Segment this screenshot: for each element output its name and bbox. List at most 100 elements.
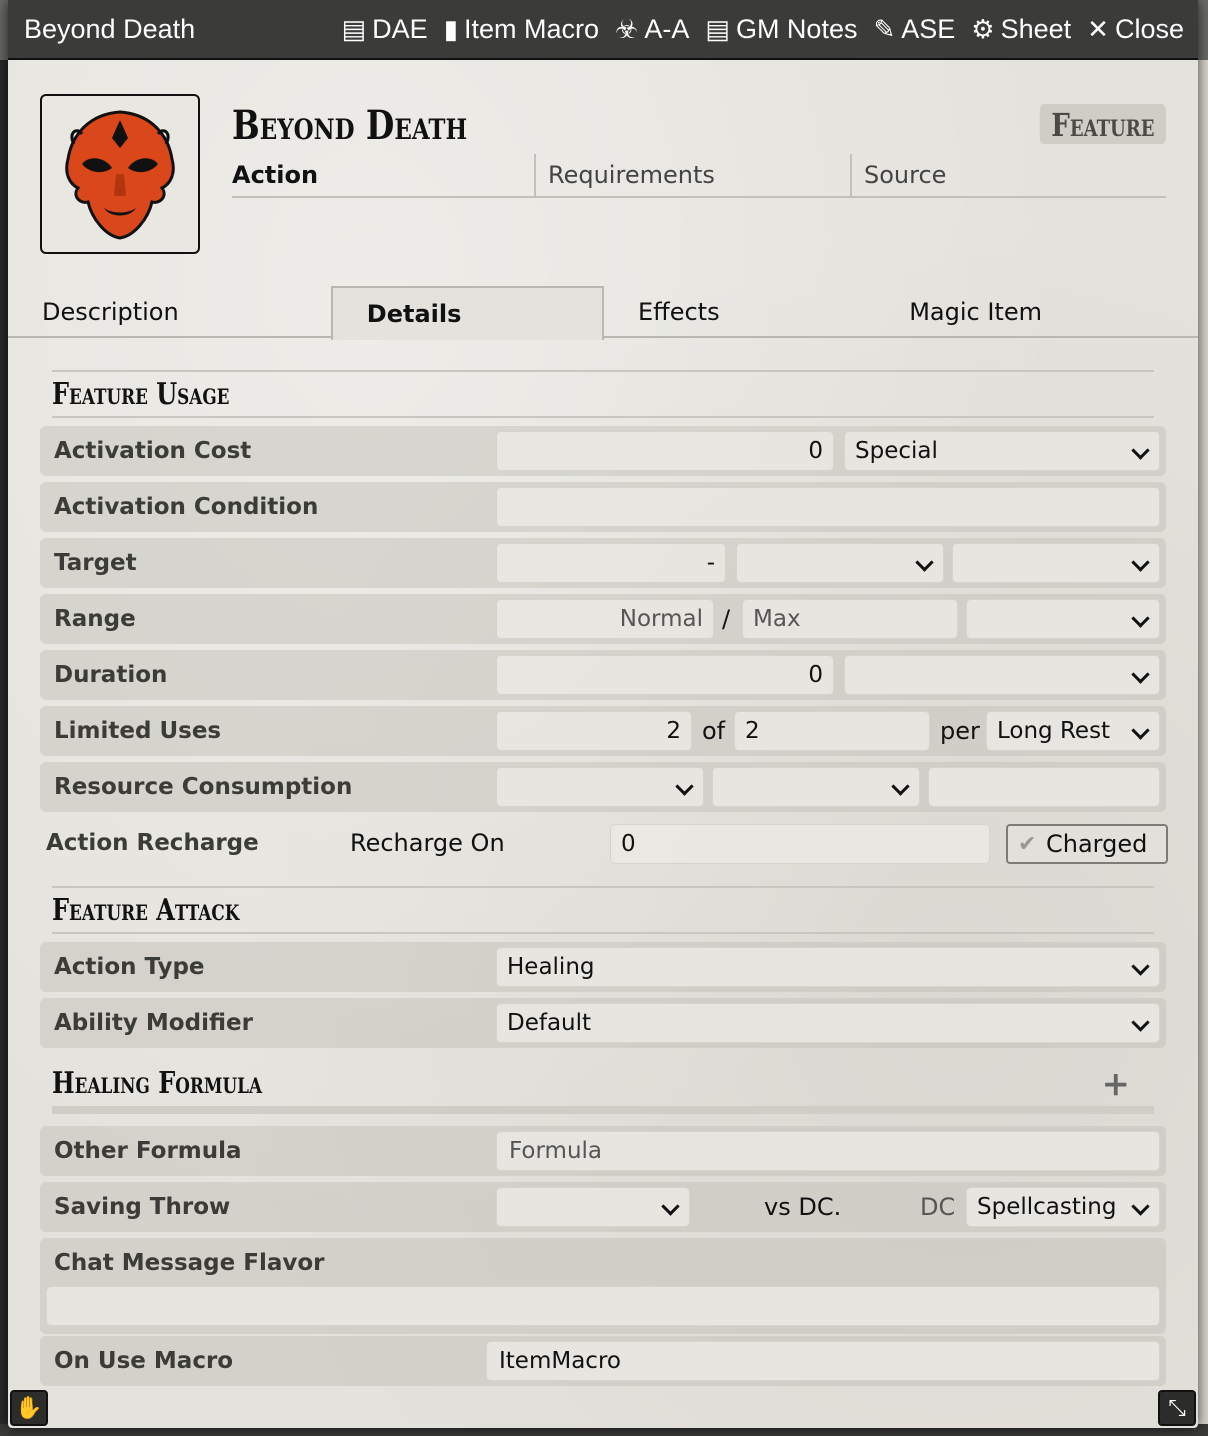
- action-type-label: Action Type: [54, 954, 205, 980]
- on-use-macro-label: On Use Macro: [54, 1348, 234, 1374]
- feature-usage-header: Feature Usage: [52, 370, 1154, 418]
- ability-modifier-label: Ability Modifier: [54, 1010, 253, 1036]
- clipboard-icon: ▤: [341, 13, 367, 44]
- target-row: Target -: [40, 538, 1166, 588]
- recharge-on-label: Recharge On: [350, 829, 505, 857]
- sd-card-icon: ▮: [443, 13, 458, 44]
- tab-magic-item[interactable]: Magic Item: [875, 286, 1198, 338]
- item-sheet-window: Beyond Death ▤ DAE ▮ Item Macro ☣ A-A ▤ …: [8, 0, 1198, 1428]
- item-header: Beyond Death Feature Action Requirements…: [40, 94, 1166, 254]
- activation-condition-label: Activation Condition: [54, 494, 319, 520]
- activation-condition-row: Activation Condition: [40, 482, 1166, 532]
- close-button[interactable]: ✕ Close: [1087, 14, 1184, 45]
- close-label: Close: [1114, 13, 1184, 44]
- uses-max-input[interactable]: 2: [734, 711, 930, 751]
- target-units-select[interactable]: [736, 543, 944, 583]
- duration-label: Duration: [54, 662, 168, 688]
- item-macro-label: Item Macro: [464, 13, 600, 44]
- aa-label: A-A: [644, 13, 690, 44]
- item-name[interactable]: Beyond Death: [232, 102, 467, 149]
- range-label: Range: [54, 606, 136, 632]
- sheet-label: Sheet: [1000, 13, 1072, 44]
- summary-requirements[interactable]: Requirements: [534, 154, 850, 196]
- action-type-select[interactable]: Healing: [496, 947, 1160, 987]
- activation-cost-label: Activation Cost: [54, 438, 252, 464]
- uses-of-text: of: [702, 717, 726, 745]
- other-formula-row: Other Formula Formula: [40, 1126, 1166, 1176]
- resource-consumption-row: Resource Consumption: [40, 762, 1166, 812]
- dae-button[interactable]: ▤ DAE: [342, 14, 428, 45]
- uses-period-select[interactable]: Long Rest: [986, 711, 1160, 751]
- on-use-macro-row: On Use Macro ItemMacro: [40, 1336, 1166, 1386]
- resize-handle-icon[interactable]: ⤡: [1158, 1390, 1196, 1426]
- target-label: Target: [54, 550, 137, 576]
- action-recharge-label: Action Recharge: [46, 830, 259, 856]
- uses-per-text: per: [940, 717, 980, 745]
- recharge-value-input[interactable]: 0: [610, 824, 990, 864]
- ability-modifier-select[interactable]: Default: [496, 1003, 1160, 1043]
- activation-condition-input[interactable]: [496, 487, 1160, 527]
- save-scaling-select[interactable]: Spellcasting: [966, 1187, 1160, 1227]
- other-formula-label: Other Formula: [54, 1138, 242, 1164]
- item-portrait[interactable]: [40, 94, 200, 254]
- ase-label: ASE: [901, 13, 956, 44]
- target-type-select[interactable]: [952, 543, 1160, 583]
- charged-label: Charged: [1046, 830, 1148, 858]
- item-summary: Action Requirements Source: [232, 154, 1166, 198]
- automated-animations-button[interactable]: ☣ A-A: [615, 14, 689, 45]
- save-ability-select[interactable]: [496, 1187, 690, 1227]
- chat-flavor-row: Chat Message Flavor: [40, 1238, 1166, 1334]
- range-units-select[interactable]: [966, 599, 1160, 639]
- range-normal-input[interactable]: Normal: [496, 599, 714, 639]
- activation-cost-input[interactable]: 0: [496, 431, 834, 471]
- hand-icon[interactable]: ✋: [10, 1390, 48, 1426]
- duration-value-input[interactable]: 0: [496, 655, 834, 695]
- feature-attack-header: Feature Attack: [52, 886, 1154, 934]
- consume-target-select[interactable]: [712, 767, 920, 807]
- gear-icon: ⚙: [971, 13, 995, 44]
- summary-activation: Action: [232, 161, 319, 189]
- saving-throw-row: Saving Throw vs DC. DC Spellcasting: [40, 1182, 1166, 1232]
- window-title: Beyond Death: [24, 13, 196, 44]
- duration-units-select[interactable]: [844, 655, 1160, 695]
- limited-uses-row: Limited Uses 2 of 2 per Long Rest: [40, 706, 1166, 756]
- dc-text: DC: [920, 1193, 956, 1221]
- limited-uses-label: Limited Uses: [54, 718, 222, 744]
- healing-formula-header: Healing Formula +: [52, 1060, 1154, 1114]
- magic-wand-icon: ✎: [873, 13, 896, 44]
- consume-type-select[interactable]: [496, 767, 704, 807]
- target-value-input[interactable]: -: [496, 543, 726, 583]
- chat-flavor-input[interactable]: [46, 1286, 1160, 1326]
- dae-label: DAE: [372, 13, 428, 44]
- activation-type-select[interactable]: Special: [844, 431, 1160, 471]
- uses-value-input[interactable]: 2: [496, 711, 692, 751]
- vs-dc-text: vs DC.: [764, 1193, 842, 1221]
- close-icon: ✕: [1087, 13, 1109, 44]
- demon-mask-icon: [65, 110, 175, 240]
- tab-effects[interactable]: Effects: [604, 286, 875, 338]
- charged-checkbox[interactable]: ✔ Charged: [1006, 824, 1168, 864]
- gm-notes-label: GM Notes: [735, 13, 858, 44]
- summary-source[interactable]: Source: [850, 154, 1166, 196]
- ase-button[interactable]: ✎ ASE: [873, 14, 955, 45]
- item-type-badge: Feature: [1039, 104, 1166, 144]
- biohazard-icon: ☣: [615, 13, 639, 44]
- on-use-macro-input[interactable]: ItemMacro: [486, 1341, 1160, 1381]
- sheet-tabs: Description Details Effects Magic Item: [8, 286, 1198, 340]
- range-max-input[interactable]: Max: [742, 599, 958, 639]
- activation-cost-row: Activation Cost 0 Special: [40, 426, 1166, 476]
- other-formula-input[interactable]: Formula: [496, 1131, 1160, 1171]
- consume-amount-input[interactable]: [928, 767, 1160, 807]
- sheet-button[interactable]: ⚙ Sheet: [971, 14, 1071, 45]
- duration-row: Duration 0: [40, 650, 1166, 700]
- add-formula-button[interactable]: +: [1102, 1060, 1131, 1108]
- item-macro-button[interactable]: ▮ Item Macro: [444, 14, 599, 45]
- window-titlebar[interactable]: Beyond Death ▤ DAE ▮ Item Macro ☣ A-A ▤ …: [8, 0, 1198, 60]
- chat-flavor-label: Chat Message Flavor: [54, 1250, 325, 1276]
- tab-description[interactable]: Description: [8, 286, 331, 338]
- saving-throw-label: Saving Throw: [54, 1194, 231, 1220]
- range-separator: /: [722, 605, 731, 633]
- action-type-row: Action Type Healing: [40, 942, 1166, 992]
- gm-notes-button[interactable]: ▤ GM Notes: [705, 14, 857, 45]
- tab-details[interactable]: Details: [330, 286, 604, 340]
